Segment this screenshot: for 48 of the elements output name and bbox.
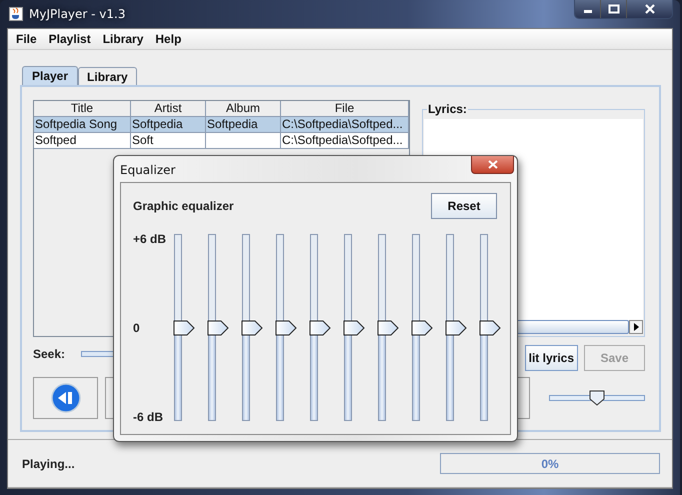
scale-label: 0 [133,321,141,335]
window-title: MyJPlayer - v1.3 [29,7,126,21]
scale-label: -6 dB [133,410,164,424]
table-cell: Soft [132,133,154,147]
reset-button[interactable]: Reset [431,193,497,219]
slider-thumb[interactable] [207,320,229,336]
table-cell: Softped [35,133,76,147]
table-cell: C:\Softpedia\Softped... [282,117,403,131]
menu-item[interactable]: Playlist [42,32,97,46]
menu-item[interactable]: Help [149,32,188,46]
close-button[interactable] [627,0,672,18]
close-button[interactable] [471,156,514,174]
table-row[interactable]: Softped Soft C:\Softpedia\Softped... [34,133,409,149]
tab[interactable]: Library [78,67,137,85]
slider-thumb[interactable] [343,320,365,336]
table-cell: C:\Softpedia\Softped... [282,133,403,147]
slider-thumb[interactable] [411,320,433,336]
tab[interactable]: Player [22,66,78,85]
equalizer-heading: Graphic equalizer [133,199,234,213]
table-cell: Softpedia [207,117,258,131]
seek-label: Seek: [33,347,66,361]
minimize-button[interactable] [575,0,601,18]
slider-thumb[interactable] [173,320,195,336]
slider-thumb[interactable] [309,320,331,336]
close-icon [488,160,498,169]
maximize-button[interactable] [601,0,627,18]
edit-lyrics-button[interactable]: lit lyrics [524,345,578,371]
slider-thumb[interactable] [377,320,399,336]
volume-thumb[interactable] [589,390,605,406]
lyrics-label: Lyrics: [427,102,468,116]
menu-item[interactable]: File [10,32,43,46]
previous-icon [50,383,80,413]
volume-slider[interactable] [549,390,645,406]
dialog-title: Equalizer [120,163,176,177]
table-cell: Softpedia Song [35,117,118,131]
status-text: Playing... [22,456,75,470]
previous-button[interactable] [33,377,98,419]
progress-label: 0% [541,456,559,470]
table-row[interactable]: Softpedia Song Softpedia Softpedia C:\Softpedia\Softped... [34,117,409,133]
slider-thumb[interactable] [241,320,263,336]
right-arrow-icon [633,323,639,331]
table-cell: Softpedia [132,117,183,131]
menu-item[interactable]: Library [96,32,150,46]
cup-icon [9,7,23,21]
scale-label: +6 dB [133,232,168,246]
maximize-icon [608,4,620,14]
slider-thumb[interactable] [275,320,297,336]
close-icon [644,4,654,14]
